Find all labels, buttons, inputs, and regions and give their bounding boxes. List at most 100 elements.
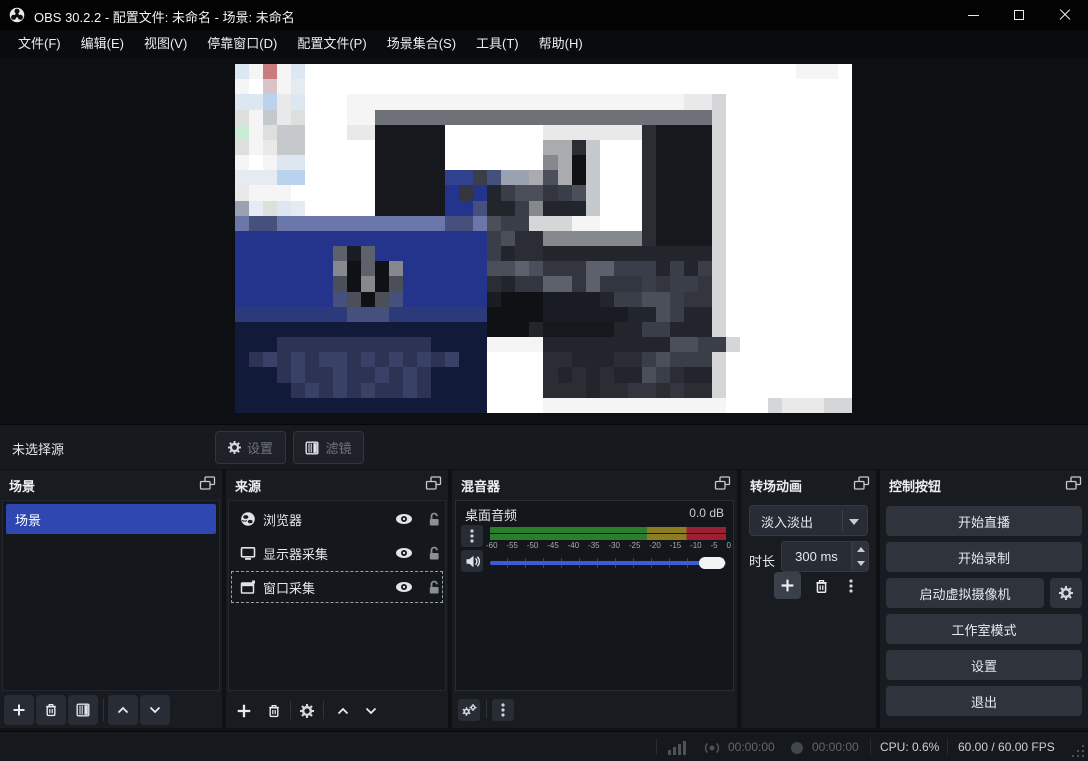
preview-pixel-block [529,276,543,291]
preview-pixel-block [628,79,642,94]
source-properties-gear-button[interactable] [296,700,318,722]
preview-pixel-block [656,383,670,398]
scenes-list[interactable]: 场景 [2,500,220,691]
preview-pixel-block [712,352,726,367]
source-row-window-capture[interactable]: 窗口采集 [231,571,443,603]
preview-canvas[interactable] [235,64,852,413]
remove-source-button[interactable] [263,700,285,722]
preview-pixel-block [740,367,754,382]
preview-pixel-block [291,201,305,216]
speaker-mute-button[interactable] [461,550,483,572]
close-button[interactable] [1042,0,1088,30]
preview-pixel-block [361,246,375,261]
menu-edit[interactable]: 编辑(E) [71,30,134,58]
lock-icon[interactable] [427,546,441,561]
lock-icon[interactable] [427,580,441,595]
transition-select[interactable]: 淡入淡出 [749,505,868,536]
source-row-display-capture[interactable]: 显示器采集 [231,537,443,569]
channel-menu-kebab-button[interactable] [461,525,483,547]
popout-icon[interactable] [1065,476,1082,491]
sources-list[interactable]: 浏览器 [228,500,446,691]
popout-icon[interactable] [425,476,442,491]
add-source-button[interactable] [233,700,255,722]
start-streaming-button[interactable]: 开始直播 [886,506,1082,536]
transition-menu-kebab-button[interactable] [843,574,859,598]
preview-pixel-block [782,201,796,216]
spinner-up-button[interactable] [853,542,868,557]
menu-view[interactable]: 视图(V) [134,30,197,58]
add-scene-button[interactable] [4,695,34,725]
preview-pixel-block [473,398,487,413]
preview-pixel-block [768,79,782,94]
preview-pixel-block [586,185,600,200]
remove-scene-button[interactable] [36,695,66,725]
source-filters-button[interactable]: 滤镜 [293,431,364,464]
preview-pixel-block [642,140,656,155]
preview-pixel-block [417,64,431,79]
preview-pixel-block [249,201,263,216]
preview-pixel-block [361,261,375,276]
menu-tools[interactable]: 工具(T) [466,30,529,58]
menu-help[interactable]: 帮助(H) [529,30,593,58]
controls-dock-header[interactable]: 控制按钮 [880,470,1088,499]
virtual-camera-settings-button[interactable] [1050,578,1082,608]
visibility-eye-icon[interactable] [395,547,413,559]
preview-pixel-block [403,307,417,322]
preview-pixel-block [305,322,319,337]
signal-bars-icon [668,741,688,755]
preview-pixel-block [698,383,712,398]
exit-button[interactable]: 退出 [886,686,1082,716]
scenes-dock-header[interactable]: 场景 [0,470,222,499]
title-bar[interactable]: OBS 30.2.2 - 配置文件: 未命名 - 场景: 未命名 [0,0,1088,30]
slider-handle[interactable] [699,557,725,569]
start-recording-button[interactable]: 开始录制 [886,542,1082,572]
preview-pixel-block [375,140,389,155]
preview-pixel-block [824,276,838,291]
preview-pixel-block [740,94,754,109]
visibility-eye-icon[interactable] [395,581,413,593]
mixer-dock-header[interactable]: 混音器 [452,470,737,499]
spinner-down-button[interactable] [853,557,868,572]
lock-icon[interactable] [427,512,441,527]
popout-icon[interactable] [714,476,731,491]
popout-icon[interactable] [199,476,216,491]
preview-pixel-block [628,185,642,200]
scene-move-up-button[interactable] [108,695,138,725]
preview-pixel-block [235,216,249,231]
resize-grip[interactable] [1071,745,1084,758]
source-move-down-button[interactable] [360,700,382,722]
remove-transition-button[interactable] [809,574,833,598]
advanced-audio-button[interactable] [458,699,480,721]
popout-icon[interactable] [853,476,870,491]
menu-profile[interactable]: 配置文件(P) [287,30,376,58]
add-transition-button[interactable] [774,572,801,599]
sources-dock-header[interactable]: 来源 [226,470,448,499]
preview-pixel-block [431,383,445,398]
menu-scene-collection[interactable]: 场景集合(S) [377,30,466,58]
menu-file[interactable]: 文件(F) [8,30,71,58]
preview-pixel-block [684,352,698,367]
menu-docks[interactable]: 停靠窗口(D) [197,30,287,58]
preview-pixel-block [796,398,810,413]
transitions-dock-header[interactable]: 转场动画 [741,470,876,499]
scene-move-down-button[interactable] [140,695,170,725]
preview-pixel-block [684,79,698,94]
scene-item-selected[interactable]: 场景 [6,504,216,534]
start-virtual-camera-button[interactable]: 启动虚拟摄像机 [886,578,1044,608]
settings-button[interactable]: 设置 [886,650,1082,680]
duration-input[interactable]: 300 ms [781,541,852,572]
scene-filters-button[interactable] [68,695,98,725]
minimize-button[interactable] [950,0,996,30]
source-properties-button[interactable]: 设置 [215,431,286,464]
preview-pixel-block [291,337,305,352]
preview-pixel-block [642,322,656,337]
preview-pixel-block [740,292,754,307]
studio-mode-button[interactable]: 工作室模式 [886,614,1082,644]
mixer-menu-kebab-button[interactable] [492,699,514,721]
volume-slider[interactable] [490,556,726,570]
maximize-button[interactable] [996,0,1042,30]
visibility-eye-icon[interactable] [395,513,413,525]
source-move-up-button[interactable] [332,700,354,722]
preview-pixel-block [417,307,431,322]
source-row-browser[interactable]: 浏览器 [231,503,443,535]
